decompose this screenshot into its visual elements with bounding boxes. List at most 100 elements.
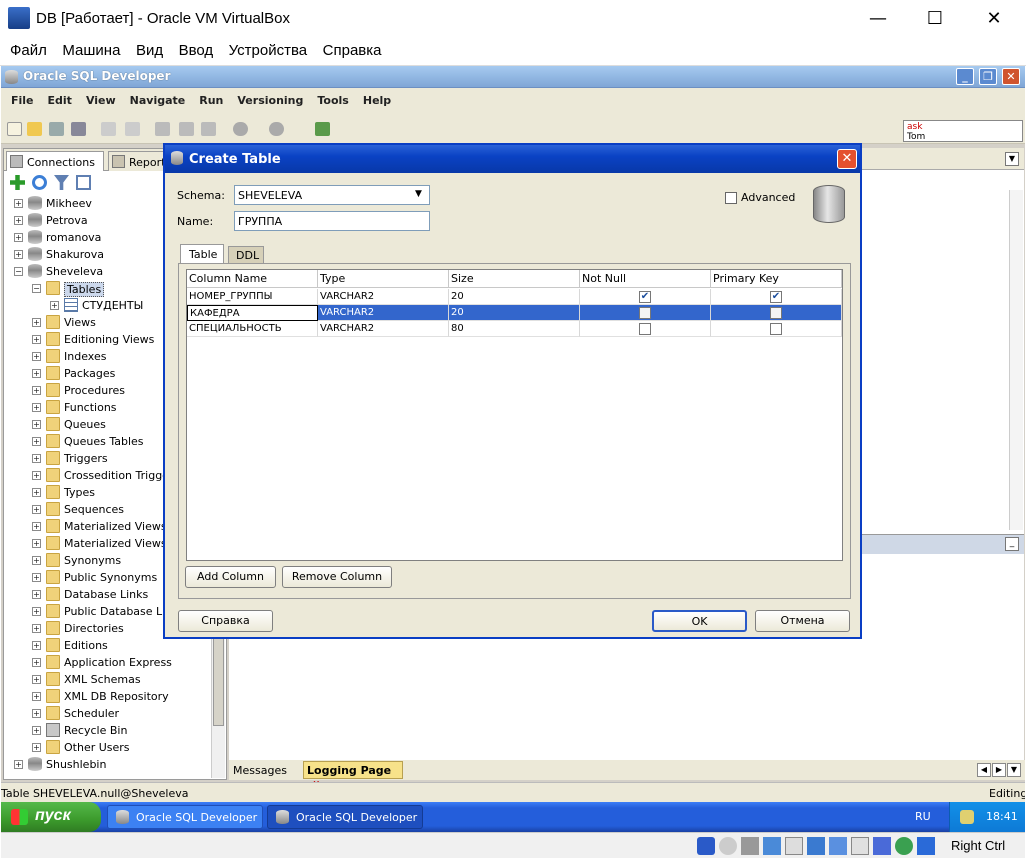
network-adapter-icon[interactable] <box>763 837 781 855</box>
expand-icon[interactable]: + <box>32 624 41 633</box>
tab-logging-page[interactable]: Logging Page x <box>303 761 403 790</box>
menu-file[interactable]: File <box>3 88 40 107</box>
not-null-checkbox[interactable] <box>639 323 651 335</box>
table-name-input[interactable]: ГРУППА <box>234 211 430 231</box>
open-icon[interactable] <box>27 122 42 136</box>
expand-icon[interactable]: + <box>14 250 23 259</box>
audio-icon[interactable] <box>741 837 759 855</box>
cell-size[interactable]: 80 <box>449 321 580 337</box>
menu-tools[interactable]: Tools <box>309 88 354 107</box>
table-row[interactable]: НОМЕР_ГРУППЫ VARCHAR2 20 ✔ ✔ <box>187 289 842 305</box>
expand-icon[interactable]: + <box>32 709 41 718</box>
expand-icon[interactable]: + <box>32 658 41 667</box>
tab-ddl[interactable]: DDL <box>228 246 264 264</box>
collapse-icon[interactable]: − <box>14 267 23 276</box>
host-menu-help[interactable]: Справка <box>317 38 388 59</box>
add-connection-icon[interactable] <box>10 175 25 190</box>
host-menu-file[interactable]: Файл <box>4 38 53 59</box>
expand-icon[interactable]: + <box>14 233 23 242</box>
col-header-primary-key[interactable]: Primary Key <box>711 270 842 288</box>
tab-table[interactable]: Table <box>180 244 224 264</box>
expand-icon[interactable]: + <box>32 539 41 548</box>
optical-drive-icon[interactable] <box>719 837 737 855</box>
table-row[interactable]: КАФЕДРА VARCHAR2 20 <box>187 305 842 321</box>
sqldev-restore-button[interactable]: ❐ <box>979 68 997 85</box>
display-icon[interactable] <box>829 837 847 855</box>
save-all-icon[interactable] <box>71 122 86 136</box>
tab-messages[interactable]: Messages <box>233 764 287 777</box>
log-nav-menu-icon[interactable]: ▼ <box>1007 763 1021 777</box>
expand-icon[interactable]: + <box>32 522 41 531</box>
cell-name[interactable]: НОМЕР_ГРУППЫ <box>187 289 318 305</box>
editor-dropdown-icon[interactable]: ▼ <box>1005 152 1019 166</box>
cell-name[interactable]: СПЕЦИАЛЬНОСТЬ <box>187 321 318 337</box>
paste-icon[interactable] <box>201 122 216 136</box>
not-null-checkbox[interactable] <box>639 307 651 319</box>
language-indicator[interactable]: RU <box>915 810 931 823</box>
usb-icon[interactable] <box>785 837 803 855</box>
sqldev-close-button[interactable]: ✕ <box>1002 68 1020 85</box>
expand-icon[interactable]: + <box>32 743 41 752</box>
new-icon[interactable] <box>7 122 22 136</box>
network-icon[interactable] <box>960 810 974 824</box>
schema-browser-icon[interactable] <box>76 175 91 190</box>
expand-icon[interactable]: + <box>50 301 59 310</box>
advanced-checkbox[interactable] <box>725 192 737 204</box>
expand-icon[interactable]: + <box>14 760 23 769</box>
col-header-size[interactable]: Size <box>449 270 580 288</box>
expand-icon[interactable]: + <box>32 352 41 361</box>
menu-navigate[interactable]: Navigate <box>122 88 192 107</box>
hdd-icon[interactable] <box>697 837 715 855</box>
taskbar-item-2[interactable]: Oracle SQL Developer <box>267 805 423 829</box>
cell-type[interactable]: VARCHAR2 <box>318 305 449 321</box>
expand-icon[interactable]: + <box>32 437 41 446</box>
forward-icon[interactable] <box>269 122 284 136</box>
tree-scroll-thumb[interactable] <box>213 636 224 726</box>
expand-icon[interactable]: + <box>32 488 41 497</box>
expand-icon[interactable]: + <box>32 556 41 565</box>
col-header-name[interactable]: Column Name <box>187 270 318 288</box>
tab-connections[interactable]: Connections x <box>6 151 104 182</box>
start-button[interactable]: пуск <box>1 802 101 832</box>
ok-button[interactable]: OK <box>652 610 747 632</box>
menu-run[interactable]: Run <box>191 88 229 107</box>
cell-size[interactable]: 20 <box>449 289 580 305</box>
expand-icon[interactable]: + <box>32 692 41 701</box>
dialog-close-button[interactable]: ✕ <box>837 149 857 169</box>
ask-tom-box[interactable]: ask Tom <box>903 120 1023 142</box>
remove-column-button[interactable]: Remove Column <box>282 566 392 588</box>
expand-icon[interactable]: + <box>32 420 41 429</box>
expand-icon[interactable]: + <box>32 726 41 735</box>
mouse-integration-icon[interactable] <box>895 837 913 855</box>
expand-icon[interactable]: + <box>32 607 41 616</box>
host-menu-view[interactable]: Вид <box>130 38 169 59</box>
menu-help[interactable]: Help <box>355 88 397 107</box>
undo-icon[interactable] <box>101 122 116 136</box>
primary-key-checkbox[interactable]: ✔ <box>770 291 782 303</box>
menu-edit[interactable]: Edit <box>40 88 78 107</box>
expand-icon[interactable]: + <box>32 505 41 514</box>
expand-icon[interactable]: + <box>32 318 41 327</box>
advanced-label[interactable]: Advanced <box>741 191 795 204</box>
back-icon[interactable] <box>233 122 248 136</box>
expand-icon[interactable]: + <box>32 641 41 650</box>
cell-size[interactable]: 20 <box>449 305 580 321</box>
vt-x-icon[interactable] <box>873 837 891 855</box>
col-header-type[interactable]: Type <box>318 270 449 288</box>
maximize-button[interactable]: ☐ <box>912 6 958 32</box>
cell-name[interactable]: КАФЕДРА <box>187 305 318 321</box>
expand-icon[interactable]: + <box>14 199 23 208</box>
filter-icon[interactable] <box>54 175 69 190</box>
save-icon[interactable] <box>49 122 64 136</box>
sqldev-minimize-button[interactable]: _ <box>956 68 974 85</box>
redo-icon[interactable] <box>125 122 140 136</box>
lower-panel-minimize-icon[interactable]: _ <box>1005 537 1019 551</box>
primary-key-checkbox[interactable] <box>770 307 782 319</box>
add-column-button[interactable]: Add Column <box>185 566 276 588</box>
menu-view[interactable]: View <box>78 88 122 107</box>
minimize-button[interactable]: — <box>855 6 901 32</box>
expand-icon[interactable]: + <box>32 454 41 463</box>
collapse-icon[interactable]: − <box>32 284 41 293</box>
cell-type[interactable]: VARCHAR2 <box>318 289 449 305</box>
host-menu-machine[interactable]: Машина <box>56 38 126 59</box>
